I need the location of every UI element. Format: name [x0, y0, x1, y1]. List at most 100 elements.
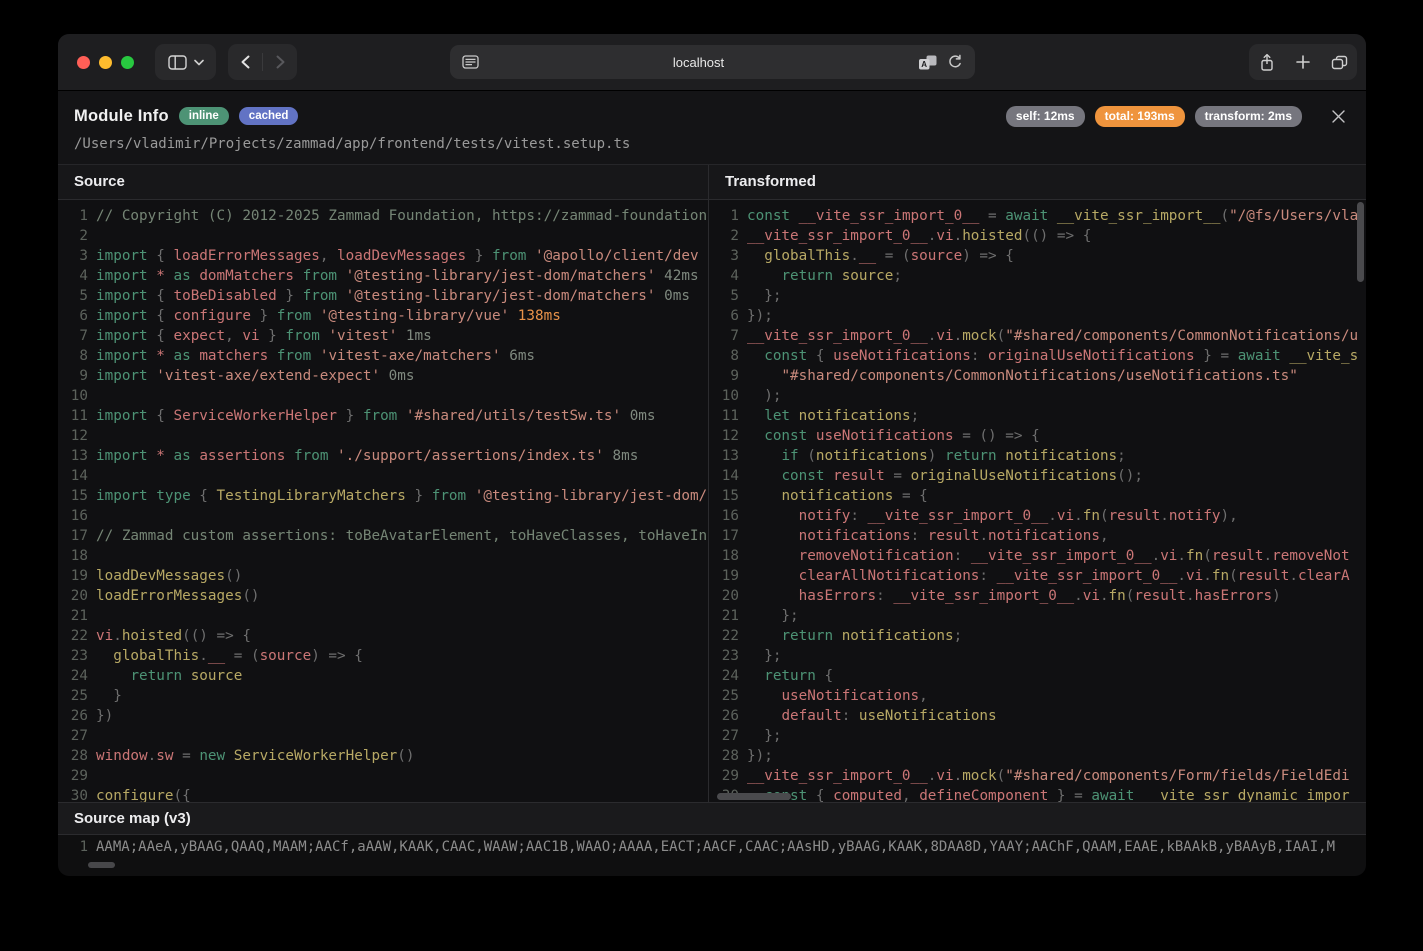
module-file-path: /Users/vladimir/Projects/zammad/app/fron…: [74, 136, 1350, 152]
code-text: });: [747, 746, 773, 766]
sidebar-toggle-button[interactable]: [155, 44, 216, 80]
horizontal-scrollbar[interactable]: [717, 793, 791, 800]
code-text: import { ServiceWorkerHelper } from '#sh…: [96, 406, 656, 426]
code-line: 25 useNotifications,: [709, 686, 1366, 706]
code-line: 12: [58, 426, 708, 446]
forward-button[interactable]: [263, 44, 297, 80]
close-button[interactable]: [1326, 104, 1350, 128]
code-text: const __vite_ssr_import_0__ = await __vi…: [747, 206, 1358, 226]
code-line: 19 clearAllNotifications: __vite_ssr_imp…: [709, 566, 1366, 586]
line-number: 13: [709, 446, 739, 466]
code-text: notifications = {: [747, 486, 928, 506]
line-number: 25: [58, 686, 88, 706]
code-line: 19loadDevMessages(): [58, 566, 708, 586]
line-number: 14: [58, 466, 88, 486]
line-number: 28: [709, 746, 739, 766]
metric-transform: transform: 2ms: [1195, 106, 1302, 127]
code-line: 9 "#shared/components/CommonNotification…: [709, 366, 1366, 386]
code-line: 3import { loadErrorMessages, loadDevMess…: [58, 246, 708, 266]
line-number: 3: [709, 246, 739, 266]
code-line: 10 );: [709, 386, 1366, 406]
close-window-button[interactable]: [77, 56, 90, 69]
reload-icon[interactable]: [947, 54, 963, 70]
code-text: removeNotification: __vite_ssr_import_0_…: [747, 546, 1350, 566]
sourcemap-horizontal-scrollbar[interactable]: [88, 862, 115, 868]
code-text: loadErrorMessages(): [96, 586, 260, 606]
code-text: );: [747, 386, 781, 406]
browser-toolbar: localhost A: [58, 34, 1366, 91]
sourcemap-mappings: AAMA;AAeA,yBAAG,QAAQ,MAAM;AACf,aAAW,KAAK…: [96, 839, 1335, 855]
code-line: 13import * as assertions from './support…: [58, 446, 708, 466]
line-number: 26: [709, 706, 739, 726]
source-panel: Source 1// Copyright (C) 2012-2025 Zamma…: [58, 165, 708, 802]
code-line: 1// Copyright (C) 2012-2025 Zammad Found…: [58, 206, 708, 226]
code-line: 3 globalThis.__ = (source) => {: [709, 246, 1366, 266]
code-line: 8 const { useNotifications: originalUseN…: [709, 346, 1366, 366]
code-line: 18: [58, 546, 708, 566]
code-text: import { toBeDisabled } from '@testing-l…: [96, 286, 690, 306]
code-text: globalThis.__ = (source) => {: [96, 646, 363, 666]
code-text: };: [747, 606, 799, 626]
code-text: import { expect, vi } from 'vitest' 1ms: [96, 326, 432, 346]
code-text: };: [747, 646, 781, 666]
code-line: 2__vite_ssr_import_0__.vi.hoisted(() => …: [709, 226, 1366, 246]
code-line: 14 const result = originalUseNotificatio…: [709, 466, 1366, 486]
source-panel-title: Source: [58, 165, 708, 200]
transformed-code[interactable]: 1const __vite_ssr_import_0__ = await __v…: [709, 200, 1366, 802]
url-text: localhost: [479, 55, 918, 70]
code-line: 5 };: [709, 286, 1366, 306]
page-icon[interactable]: [462, 55, 479, 69]
code-text: const useNotifications = () => {: [747, 426, 1040, 446]
code-line: 21 };: [709, 606, 1366, 626]
window-controls: [77, 56, 134, 69]
chevron-down-icon: [194, 59, 204, 66]
line-number: 12: [709, 426, 739, 446]
code-text: import * as assertions from './support/a…: [96, 446, 638, 466]
screen: localhost A: [0, 0, 1423, 951]
line-number: 7: [58, 326, 88, 346]
code-line: 8import * as matchers from 'vitest-axe/m…: [58, 346, 708, 366]
code-text: globalThis.__ = (source) => {: [747, 246, 1014, 266]
code-text: window.sw = new ServiceWorkerHelper(): [96, 746, 415, 766]
code-text: // Zammad custom assertions: toBeAvatarE…: [96, 526, 707, 546]
line-number: 27: [709, 726, 739, 746]
line-number: 18: [709, 546, 739, 566]
zoom-window-button[interactable]: [121, 56, 134, 69]
line-number: 24: [58, 666, 88, 686]
line-number: 8: [709, 346, 739, 366]
code-line: 26}): [58, 706, 708, 726]
line-number: 12: [58, 426, 88, 446]
metric-self: self: 12ms: [1006, 106, 1085, 127]
line-number: 5: [709, 286, 739, 306]
code-text: return source: [96, 666, 242, 686]
code-text: };: [747, 286, 781, 306]
line-number: 4: [58, 266, 88, 286]
back-button[interactable]: [228, 44, 262, 80]
code-line: 28window.sw = new ServiceWorkerHelper(): [58, 746, 708, 766]
line-number: 30: [58, 786, 88, 802]
line-number: 23: [709, 646, 739, 666]
vertical-scrollbar[interactable]: [1357, 202, 1364, 282]
new-tab-button[interactable]: [1287, 44, 1320, 80]
code-line: 30 configure({: [58, 786, 708, 802]
code-line: 16 notify: __vite_ssr_import_0__.vi.fn(r…: [709, 506, 1366, 526]
browser-window: localhost A: [58, 34, 1366, 876]
code-text: import * as domMatchers from '@testing-l…: [96, 266, 699, 286]
code-text: configure({: [96, 786, 191, 802]
badge-inline: inline: [179, 107, 229, 125]
source-code[interactable]: 1// Copyright (C) 2012-2025 Zammad Found…: [58, 200, 708, 802]
code-line: 7 import { expect, vi } from 'vitest' 1ms: [58, 326, 708, 346]
address-bar[interactable]: localhost A: [450, 45, 975, 79]
line-number: 21: [709, 606, 739, 626]
translate-icon[interactable]: A: [918, 55, 937, 70]
tabs-overview-button[interactable]: [1323, 44, 1356, 80]
sourcemap-line: 1 AAMA;AAeA,yBAAG,QAAQ,MAAM;AACf,aAAW,KA…: [58, 835, 1366, 859]
code-line: 15 notifications = {: [709, 486, 1366, 506]
module-info-title-row: Module Info inline cached self: 12ms tot…: [74, 104, 1350, 128]
line-number: 22: [709, 626, 739, 646]
minimize-window-button[interactable]: [99, 56, 112, 69]
code-line: 22 return notifications;: [709, 626, 1366, 646]
share-button[interactable]: [1251, 44, 1284, 80]
code-text: loadDevMessages(): [96, 566, 242, 586]
code-text: __vite_ssr_import_0__.vi.mock("#shared/c…: [747, 326, 1358, 346]
